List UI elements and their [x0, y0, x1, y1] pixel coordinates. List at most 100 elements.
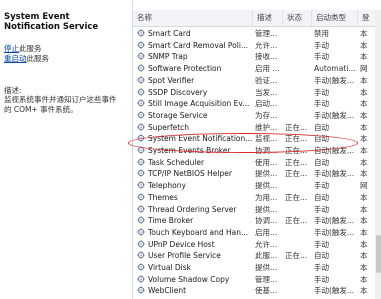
service-gear-icon	[137, 228, 145, 236]
service-startup-cell: 手动(触发...	[314, 286, 355, 296]
service-row[interactable]: Still Image Acquisition Ev... 启动... 手动本	[133, 98, 381, 110]
service-row[interactable]: UPnP Device Host 允许... 手动本	[133, 239, 381, 251]
service-status-cell: 正在...	[285, 192, 308, 202]
service-startup-cell: 手动	[314, 204, 329, 214]
service-gear-icon	[137, 40, 145, 49]
service-gear-icon	[137, 193, 145, 201]
service-row[interactable]: SNMP Trap 接收... 手动本	[133, 51, 381, 63]
service-gear-icon	[137, 76, 145, 84]
service-row[interactable]: Smart Card 管理... 禁用本	[133, 28, 381, 40]
service-status-cell	[285, 40, 309, 52]
service-gear-icon	[137, 29, 145, 37]
service-name: Themes	[148, 192, 178, 202]
service-row[interactable]: Virtual Disk 提供... 手动本	[133, 262, 381, 274]
list-header: 名称 描述 状态 启动类型 登	[133, 10, 381, 27]
service-description-cell: 启用 ...	[255, 64, 280, 74]
service-status-cell	[285, 274, 309, 286]
service-name-cell: User Profile Service	[137, 250, 253, 262]
service-status-cell	[285, 262, 309, 274]
service-row[interactable]: Task Scheduler 使用... 正在... 自动本	[133, 157, 381, 169]
restart-service-link[interactable]: 重启动	[4, 54, 27, 63]
service-row[interactable]: Smart Card Removal Poli... 允许... 手动本	[133, 40, 381, 52]
service-gear-icon	[137, 169, 145, 178]
service-name-cell: UPnP Device Host	[137, 239, 253, 251]
column-header-name[interactable]: 名称	[133, 10, 253, 26]
service-name-cell: Themes	[137, 192, 253, 204]
service-row[interactable]: Storage Service 为存... 手动(触发... 本	[133, 110, 381, 122]
service-row[interactable]: TCP/IP NetBIOS Helper 提供... 正在... 手动(触发... 本	[133, 168, 381, 180]
service-description-cell: 接收...	[255, 52, 278, 62]
service-name-cell: Touch Keyboard and Han...	[137, 227, 253, 239]
service-startup-cell: Automati...	[314, 64, 356, 74]
service-description-cell: 协调...	[255, 146, 278, 155]
service-name: Storage Service	[148, 110, 208, 120]
service-status-cell	[285, 204, 309, 216]
service-status-cell: 正在...	[285, 146, 308, 155]
service-name-cell: Thread Ordering Server	[137, 204, 253, 216]
service-gear-icon	[137, 251, 145, 260]
service-row[interactable]: Telephony 提供... 手动网	[133, 180, 381, 192]
service-description-cell: 允许...	[255, 239, 278, 249]
service-description-cell: 允许...	[255, 40, 278, 50]
service-row[interactable]: Themes 为用... 正在... 自动本	[133, 192, 381, 204]
service-name-cell: Spot Verifier	[137, 75, 253, 87]
service-startup-cell: 禁用	[314, 29, 329, 38]
service-description-cell: 启用...	[255, 227, 278, 237]
service-name: Task Scheduler	[148, 157, 205, 167]
vertical-scrollbar[interactable]	[375, 10, 381, 299]
service-startup-cell: 手动(触发...	[314, 169, 355, 179]
scrollbar-thumb[interactable]	[376, 235, 381, 273]
restart-suffix: 此服务	[26, 54, 50, 63]
service-name-cell: SSDP Discovery	[137, 87, 253, 99]
services-list: 名称 描述 状态 启动类型 登 Smart Card 管理... 禁用本 Smart …	[132, 0, 381, 299]
service-status-cell	[285, 110, 309, 122]
service-name: Volume Shadow Copy	[148, 274, 230, 284]
service-name: Spot Verifier	[148, 75, 195, 85]
service-startup-cell: 手动	[314, 52, 329, 62]
service-title: System Event Notification Service	[4, 12, 99, 32]
service-row[interactable]: System Events Broker 协调... 正在... 自动(触发... 本	[133, 145, 381, 157]
stop-service-link[interactable]: 停止	[4, 44, 19, 53]
service-status-cell	[285, 239, 309, 251]
service-name: User Profile Service	[148, 251, 221, 261]
service-row[interactable]: Touch Keyboard and Han... 启用... 手动(触发... 本	[133, 227, 381, 239]
service-name: System Event Notification...	[148, 134, 253, 144]
column-header-description[interactable]: 描述	[253, 10, 283, 26]
service-row[interactable]: Superfetch 维护... 正在... 自动本	[133, 122, 381, 134]
service-startup-cell: 手动	[314, 87, 329, 97]
service-row[interactable]: SSDP Discovery 当发... 手动本	[133, 87, 381, 99]
service-startup-cell: 手动(触发...	[314, 75, 355, 85]
service-row[interactable]: Spot Verifier 验证... 手动(触发... 本	[133, 75, 381, 87]
service-name-cell: TCP/IP NetBIOS Helper	[137, 168, 253, 180]
column-header-status[interactable]: 状态	[283, 10, 312, 26]
service-description-cell: 使用...	[255, 157, 278, 167]
service-gear-icon	[137, 274, 145, 283]
service-description-cell: 维护...	[255, 122, 278, 132]
service-startup-cell: 自动(触发...	[314, 146, 355, 155]
service-description-cell: 监视...	[255, 134, 278, 144]
service-startup-cell: 手动	[314, 263, 329, 272]
service-startup-cell: 手动	[314, 99, 329, 109]
service-status-cell	[285, 63, 309, 75]
service-name-cell: Task Scheduler	[137, 157, 253, 169]
service-status-cell	[285, 75, 309, 87]
service-row[interactable]: Time Broker 协调... 正在... 手动(触发... 本	[133, 215, 381, 227]
service-status-cell: 正在...	[285, 134, 308, 144]
service-row[interactable]: System Event Notification... 监视... 正在... 自动…	[133, 133, 381, 145]
service-row[interactable]: WebClient 使基... 手动(触发... 本	[133, 285, 381, 297]
service-name: UPnP Device Host	[148, 239, 215, 249]
service-name-cell: Time Broker	[137, 215, 253, 227]
service-row[interactable]: Volume Shadow Copy 管理... 手动本	[133, 274, 381, 286]
service-row[interactable]: Software Protection 启用 ... Automati... 网	[133, 63, 381, 75]
column-header-startup-type[interactable]: 启动类型	[312, 10, 358, 26]
service-name: Smart Card Removal Poli...	[148, 40, 249, 50]
service-description: 监视系统事件并通知订户这些事件的 COM+ 事件系统。	[4, 95, 117, 114]
service-gear-icon	[137, 239, 145, 248]
service-name-cell: Software Protection	[137, 63, 253, 75]
service-row[interactable]: Thread Ordering Server 提供... 手动本	[133, 204, 381, 216]
stop-suffix: 此服务	[19, 44, 42, 53]
restart-service-line: 重启动此服务	[4, 54, 49, 63]
service-startup-cell: 手动	[314, 274, 329, 284]
service-row[interactable]: User Profile Service 此服... 正在... 自动本	[133, 250, 381, 262]
service-gear-icon	[137, 263, 145, 271]
